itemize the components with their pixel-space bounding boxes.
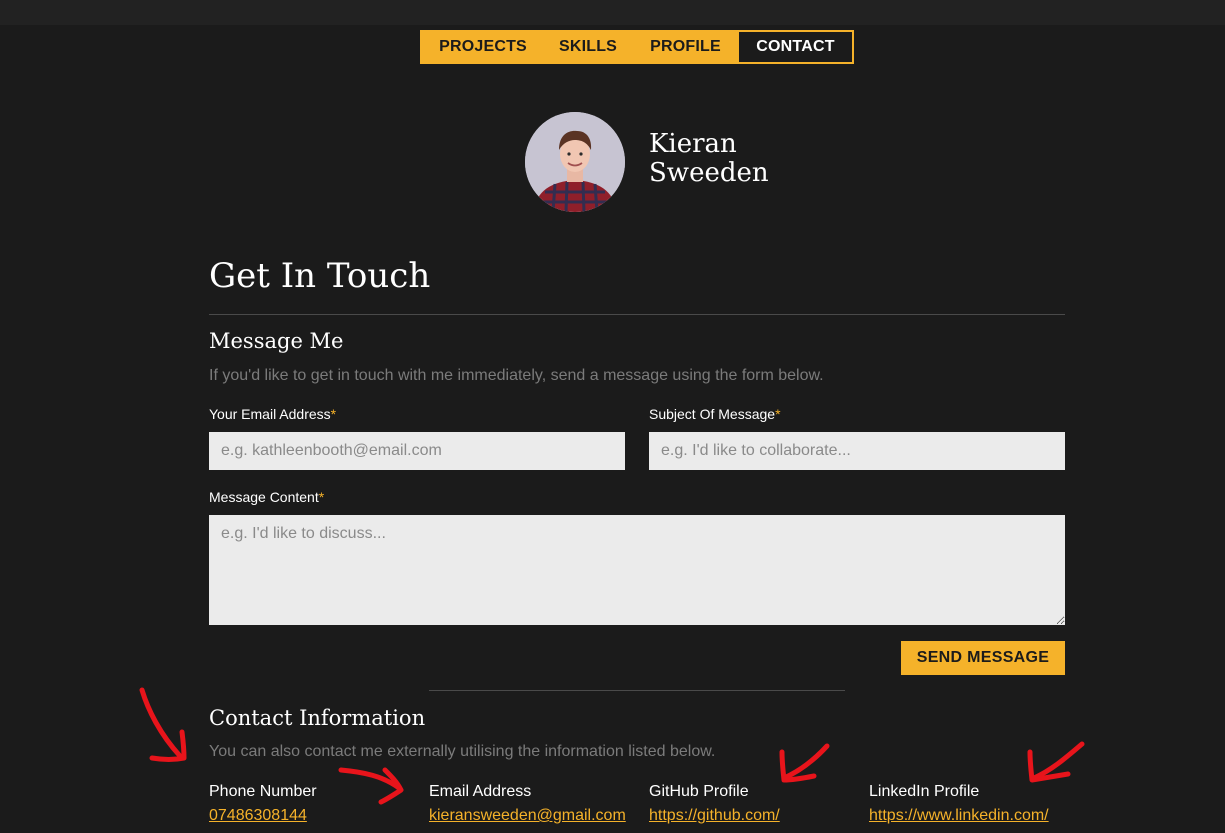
subject-field-label: Subject Of Message*: [649, 406, 781, 422]
annotation-arrow-icon: [779, 743, 830, 783]
email-address-link[interactable]: kieransweeden@gmail.com: [429, 806, 639, 826]
content-label-text: Message Content: [209, 489, 319, 505]
section-divider-short: [429, 690, 845, 691]
contact-info-title: Contact Information: [209, 706, 426, 730]
browser-top-strip: [0, 0, 1225, 25]
nav-contact[interactable]: CONTACT: [739, 32, 852, 62]
message-section-title: Message Me: [209, 329, 344, 353]
contact-linkedin: LinkedIn Profile https://www.linkedin.co…: [869, 782, 1065, 826]
annotation-arrow-icon: [338, 767, 404, 805]
send-message-button[interactable]: SEND MESSAGE: [901, 641, 1065, 675]
page-title: Get In Touch: [209, 256, 431, 296]
phone-link[interactable]: 07486308144: [209, 806, 419, 826]
nav-projects[interactable]: PROJECTS: [422, 32, 544, 62]
avatar-portrait: [525, 112, 625, 212]
required-asterisk: *: [318, 489, 325, 505]
required-asterisk: *: [330, 406, 337, 422]
contact-github: GitHub Profile https://github.com/: [649, 782, 859, 826]
message-section-intro: If you'd like to get in touch with me im…: [209, 367, 824, 384]
email-input[interactable]: [209, 432, 625, 470]
main-nav: PROJECTS SKILLS PROFILE CONTACT: [420, 30, 854, 64]
content-field-label: Message Content*: [209, 489, 324, 505]
profile-last-name: Sweeden: [649, 158, 769, 188]
email-address-label: Email Address: [429, 783, 532, 800]
email-label-text: Your Email Address: [209, 406, 331, 422]
profile-first-name: Kieran: [649, 129, 737, 159]
required-asterisk: *: [775, 406, 781, 422]
nav-skills[interactable]: SKILLS: [544, 32, 632, 62]
nav-profile[interactable]: PROFILE: [632, 32, 739, 62]
annotation-arrow-icon: [139, 687, 187, 762]
email-field-label: Your Email Address*: [209, 406, 336, 422]
contact-email: Email Address kieransweeden@gmail.com: [429, 782, 639, 826]
subject-input[interactable]: [649, 432, 1065, 470]
message-content-textarea[interactable]: [209, 515, 1065, 625]
linkedin-link[interactable]: https://www.linkedin.com/: [869, 806, 1065, 826]
contact-info-intro: You can also contact me externally utili…: [209, 743, 716, 760]
github-link[interactable]: https://github.com/: [649, 806, 859, 826]
profile-name: Kieran Sweeden: [649, 130, 809, 188]
section-divider: [209, 314, 1065, 315]
subject-label-text: Subject Of Message: [649, 406, 776, 422]
profile-avatar: [525, 112, 625, 212]
annotation-arrow-icon: [1027, 741, 1085, 783]
